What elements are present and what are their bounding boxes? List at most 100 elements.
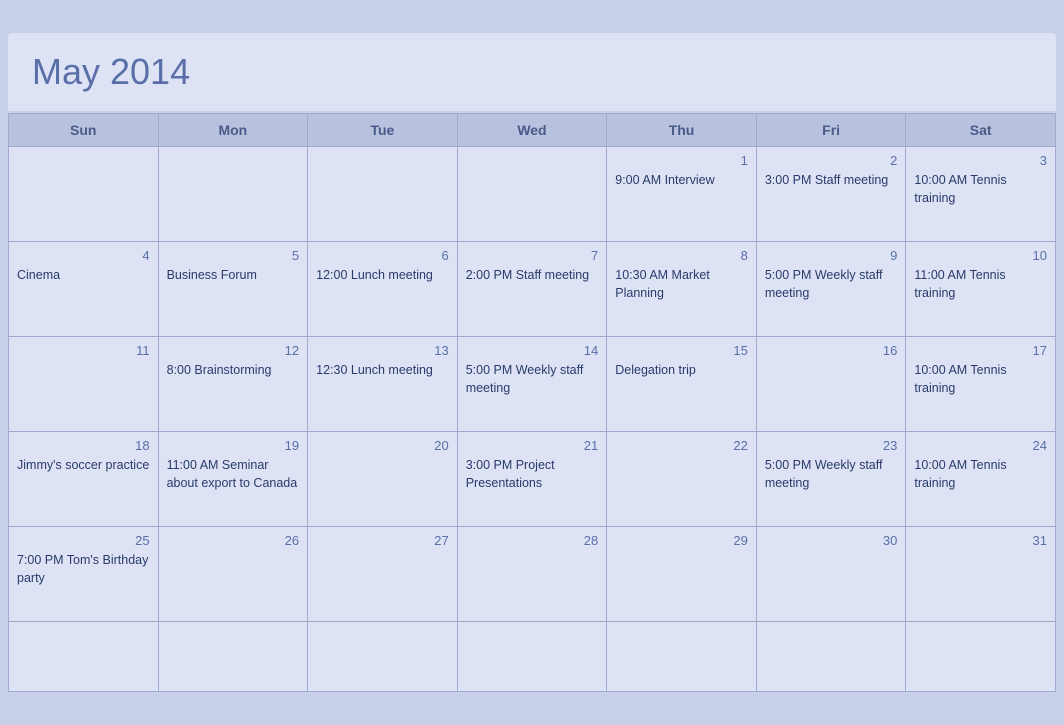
calendar-cell[interactable]: 11 bbox=[9, 337, 159, 432]
day-number: 14 bbox=[466, 343, 599, 358]
calendar-cell[interactable]: 15Delegation trip bbox=[607, 337, 757, 432]
calendar-cell[interactable]: 16 bbox=[756, 337, 906, 432]
calendar-cell[interactable] bbox=[9, 622, 159, 692]
event-text: 9:00 AM Interview bbox=[615, 173, 714, 187]
weekday-header-row: SunMonTueWedThuFriSat bbox=[9, 114, 1056, 147]
day-number: 20 bbox=[316, 438, 449, 453]
calendar-cell[interactable]: 1011:00 AM Tennis training bbox=[906, 242, 1056, 337]
calendar-cell[interactable]: 9 5:00 PM Weekly staff meeting bbox=[756, 242, 906, 337]
calendar-cell[interactable] bbox=[158, 147, 308, 242]
calendar-cell[interactable]: 310:00 AM Tennis training bbox=[906, 147, 1056, 242]
day-number: 4 bbox=[17, 248, 150, 263]
event-text: 10:00 AM Tennis training bbox=[914, 458, 1006, 490]
day-number: 13 bbox=[316, 343, 449, 358]
day-number: 1 bbox=[615, 153, 748, 168]
day-number: 25 bbox=[17, 533, 150, 548]
event-text: 5:00 PM Weekly staff meeting bbox=[765, 458, 883, 490]
day-number: 28 bbox=[466, 533, 599, 548]
day-number: 7 bbox=[466, 248, 599, 263]
day-number: 19 bbox=[167, 438, 300, 453]
calendar-title: May 2014 bbox=[32, 51, 1032, 93]
event-text: 5:00 PM Weekly staff meeting bbox=[765, 268, 883, 300]
calendar-cell[interactable]: 5 Business Forum bbox=[158, 242, 308, 337]
calendar-cell[interactable] bbox=[607, 622, 757, 692]
event-text: 5:00 PM Weekly staff meeting bbox=[466, 363, 584, 395]
day-number: 5 bbox=[167, 248, 300, 263]
calendar-cell[interactable] bbox=[756, 622, 906, 692]
event-text: Jimmy's soccer practice bbox=[17, 458, 149, 472]
day-number: 8 bbox=[615, 248, 748, 263]
event-text: 3:00 PM Project Presentations bbox=[466, 458, 555, 490]
day-number: 9 bbox=[765, 248, 898, 263]
weekday-header-mon: Mon bbox=[158, 114, 308, 147]
event-text: Cinema bbox=[17, 268, 60, 282]
event-text: 3:00 PM Staff meeting bbox=[765, 173, 888, 187]
event-text: 10:30 AM Market Planning bbox=[615, 268, 710, 300]
calendar-cell[interactable] bbox=[457, 622, 607, 692]
week-row-6 bbox=[9, 622, 1056, 692]
weekday-header-wed: Wed bbox=[457, 114, 607, 147]
weekday-header-thu: Thu bbox=[607, 114, 757, 147]
day-number: 27 bbox=[316, 533, 449, 548]
calendar-cell[interactable]: 24 10:00 AM Tennis training bbox=[906, 432, 1056, 527]
event-text: 12:30 Lunch meeting bbox=[316, 363, 433, 377]
calendar-cell[interactable] bbox=[308, 147, 458, 242]
calendar-cell[interactable]: 30 bbox=[756, 527, 906, 622]
event-text: 7:00 PM Tom's Birthday party bbox=[17, 553, 148, 585]
day-number: 12 bbox=[167, 343, 300, 358]
event-text: 12:00 Lunch meeting bbox=[316, 268, 433, 282]
calendar-cell[interactable]: 8 10:30 AM Market Planning bbox=[607, 242, 757, 337]
day-number: 22 bbox=[615, 438, 748, 453]
day-number: 24 bbox=[914, 438, 1047, 453]
calendar-cell[interactable]: 23 5:00 PM Weekly staff meeting bbox=[756, 432, 906, 527]
weekday-header-fri: Fri bbox=[756, 114, 906, 147]
calendar-wrapper: May 2014 SunMonTueWedThuFriSat 1 9:00 AM … bbox=[0, 25, 1064, 700]
calendar-cell[interactable]: 1 9:00 AM Interview bbox=[607, 147, 757, 242]
week-row-2: 4 Cinema 5 Business Forum 6 12:00 Lunch meeti… bbox=[9, 242, 1056, 337]
calendar-cell[interactable] bbox=[158, 622, 308, 692]
event-text: 10:00 AM Tennis training bbox=[914, 363, 1006, 395]
calendar-cell[interactable] bbox=[457, 147, 607, 242]
day-number: 18 bbox=[17, 438, 150, 453]
event-text: 2:00 PM Staff meeting bbox=[466, 268, 589, 282]
calendar-cell[interactable]: 14 5:00 PM Weekly staff meeting bbox=[457, 337, 607, 432]
day-number: 6 bbox=[316, 248, 449, 263]
event-text: 11:00 AM Seminar about export to Canada bbox=[167, 458, 298, 490]
event-text: Delegation trip bbox=[615, 363, 696, 377]
calendar-header: May 2014 bbox=[8, 33, 1056, 111]
day-number: 31 bbox=[914, 533, 1047, 548]
calendar-cell[interactable]: 31 bbox=[906, 527, 1056, 622]
calendar-cell[interactable] bbox=[9, 147, 159, 242]
day-number: 26 bbox=[167, 533, 300, 548]
calendar-cell[interactable]: 20 bbox=[308, 432, 458, 527]
calendar-cell[interactable]: 22 bbox=[607, 432, 757, 527]
calendar-cell[interactable]: 19 11:00 AM Seminar about export to Canad… bbox=[158, 432, 308, 527]
day-number: 29 bbox=[615, 533, 748, 548]
calendar-cell[interactable]: 1710:00 AM Tennis training bbox=[906, 337, 1056, 432]
weekday-header-sun: Sun bbox=[9, 114, 159, 147]
calendar-cell[interactable]: 7 2:00 PM Staff meeting bbox=[457, 242, 607, 337]
day-number: 23 bbox=[765, 438, 898, 453]
event-text: 8:00 Brainstorming bbox=[167, 363, 272, 377]
calendar-cell[interactable]: 12 8:00 Brainstorming bbox=[158, 337, 308, 432]
calendar-cell[interactable]: 213:00 PM Project Presentations bbox=[457, 432, 607, 527]
week-row-1: 1 9:00 AM Interview 2 3:00 PM Staff meeting… bbox=[9, 147, 1056, 242]
day-number: 2 bbox=[765, 153, 898, 168]
calendar-cell[interactable]: 25 7:00 PM Tom's Birthday party bbox=[9, 527, 159, 622]
calendar-cell[interactable]: 18 Jimmy's soccer practice bbox=[9, 432, 159, 527]
calendar-cell[interactable]: 2 3:00 PM Staff meeting bbox=[756, 147, 906, 242]
calendar-cell[interactable]: 6 12:00 Lunch meeting bbox=[308, 242, 458, 337]
calendar-cell[interactable] bbox=[906, 622, 1056, 692]
event-text: Business Forum bbox=[167, 268, 257, 282]
week-row-5: 25 7:00 PM Tom's Birthday party 26 27 28 29 30… bbox=[9, 527, 1056, 622]
weekday-header-sat: Sat bbox=[906, 114, 1056, 147]
calendar-cell[interactable]: 4 Cinema bbox=[9, 242, 159, 337]
weekday-header-tue: Tue bbox=[308, 114, 458, 147]
calendar-cell[interactable] bbox=[308, 622, 458, 692]
calendar-cell[interactable]: 26 bbox=[158, 527, 308, 622]
week-row-3: 11 12 8:00 Brainstorming 13 12:30 Lunch meet… bbox=[9, 337, 1056, 432]
calendar-cell[interactable]: 28 bbox=[457, 527, 607, 622]
calendar-cell[interactable]: 13 12:30 Lunch meeting bbox=[308, 337, 458, 432]
calendar-cell[interactable]: 29 bbox=[607, 527, 757, 622]
calendar-cell[interactable]: 27 bbox=[308, 527, 458, 622]
